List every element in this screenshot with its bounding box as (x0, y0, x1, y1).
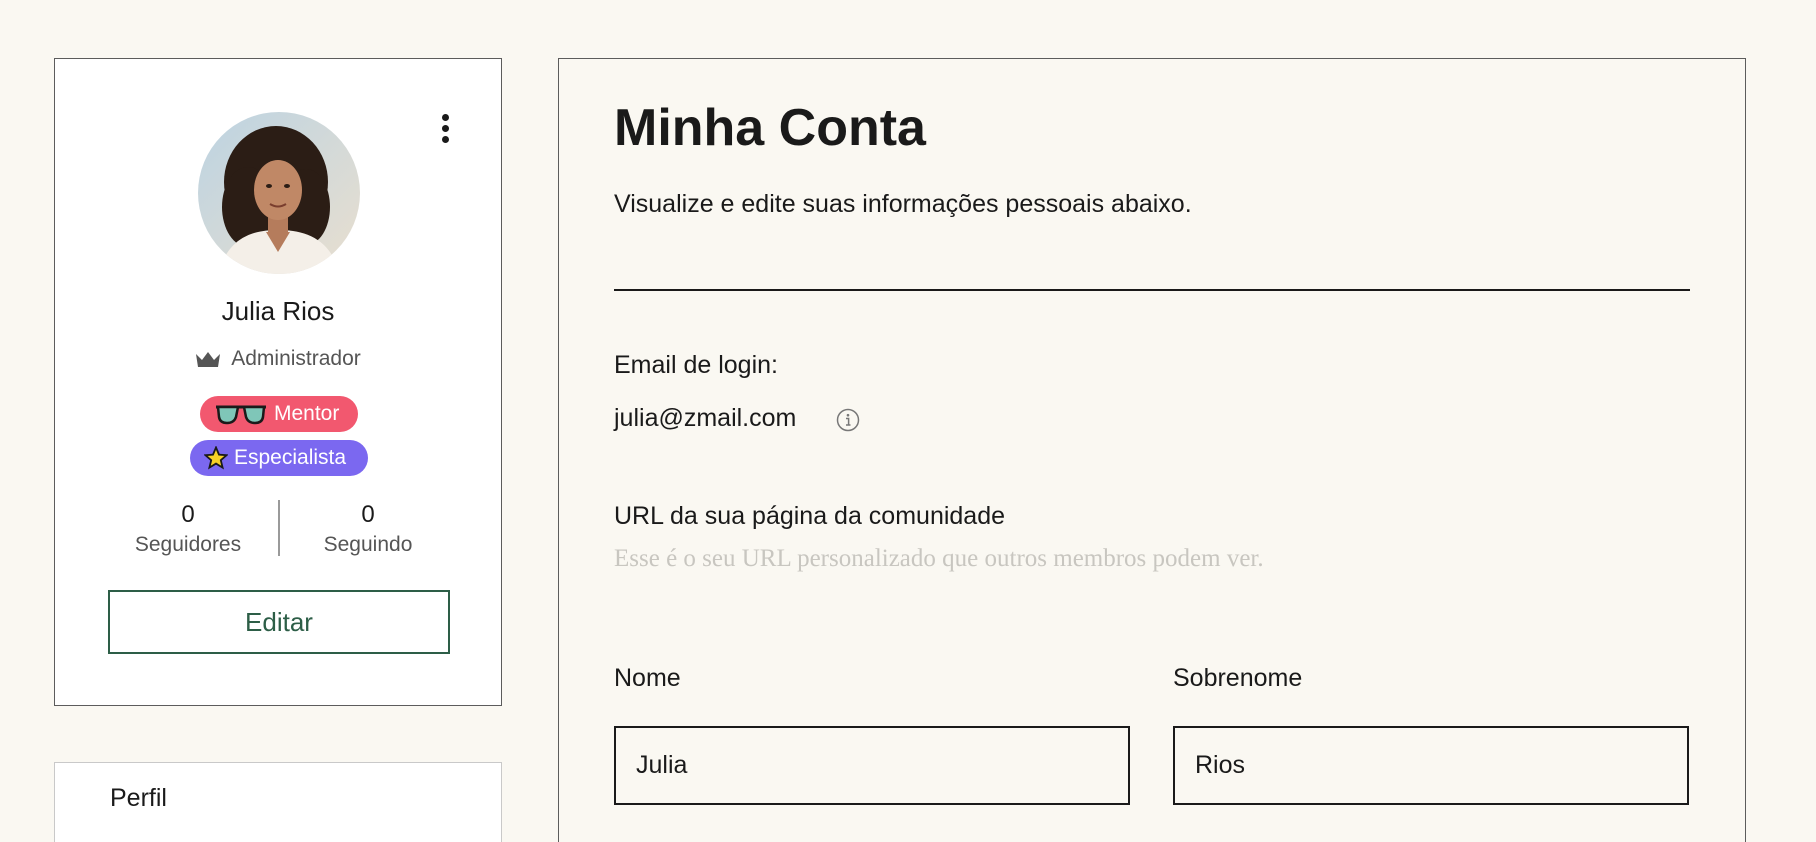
badge-label: Mentor (274, 402, 340, 425)
crown-icon (196, 352, 221, 367)
badge-label: Especialista (234, 446, 347, 469)
edit-profile-button[interactable]: Editar (108, 590, 450, 654)
account-panel (558, 58, 1746, 842)
star-icon (204, 446, 228, 470)
avatar (198, 112, 360, 274)
first-name-label: Nome (614, 664, 681, 692)
following-count: 0 (361, 501, 375, 528)
role-line: Administrador (54, 347, 502, 371)
community-url-label: URL da sua página da comunidade (614, 502, 1006, 530)
followers-count: 0 (181, 501, 195, 528)
follow-stats: 0 Seguidores 0 Seguindo (118, 498, 438, 560)
role-label: Administrador (231, 347, 361, 370)
community-url-helper: Esse é o seu URL personalizado que outro… (614, 545, 1264, 572)
more-options-icon[interactable] (430, 108, 460, 148)
followers-stat[interactable]: 0 Seguidores (118, 498, 258, 558)
page: Julia Rios Administrador Mentor Especial… (0, 0, 1816, 842)
info-icon[interactable] (836, 408, 860, 432)
nav-item-perfil[interactable]: Perfil (110, 784, 167, 813)
last-name-input[interactable] (1173, 726, 1689, 805)
stats-divider (278, 500, 280, 556)
page-subtitle: Visualize e edite suas informações pesso… (614, 190, 1192, 218)
email-label: Email de login: (614, 351, 778, 379)
first-name-input[interactable] (614, 726, 1130, 805)
glasses-icon (216, 405, 266, 425)
following-stat[interactable]: 0 Seguindo (298, 498, 438, 558)
page-title: Minha Conta (614, 99, 926, 157)
following-label: Seguindo (323, 533, 413, 556)
profile-name: Julia Rios (221, 296, 335, 326)
last-name-label: Sobrenome (1173, 664, 1303, 692)
badge-mentor: Mentor (200, 396, 358, 432)
email-value: julia@zmail.com (614, 404, 797, 432)
avatar-image (198, 112, 360, 274)
followers-label: Seguidores (134, 533, 242, 556)
badge-especialista: Especialista (190, 440, 368, 476)
section-divider (614, 289, 1690, 291)
